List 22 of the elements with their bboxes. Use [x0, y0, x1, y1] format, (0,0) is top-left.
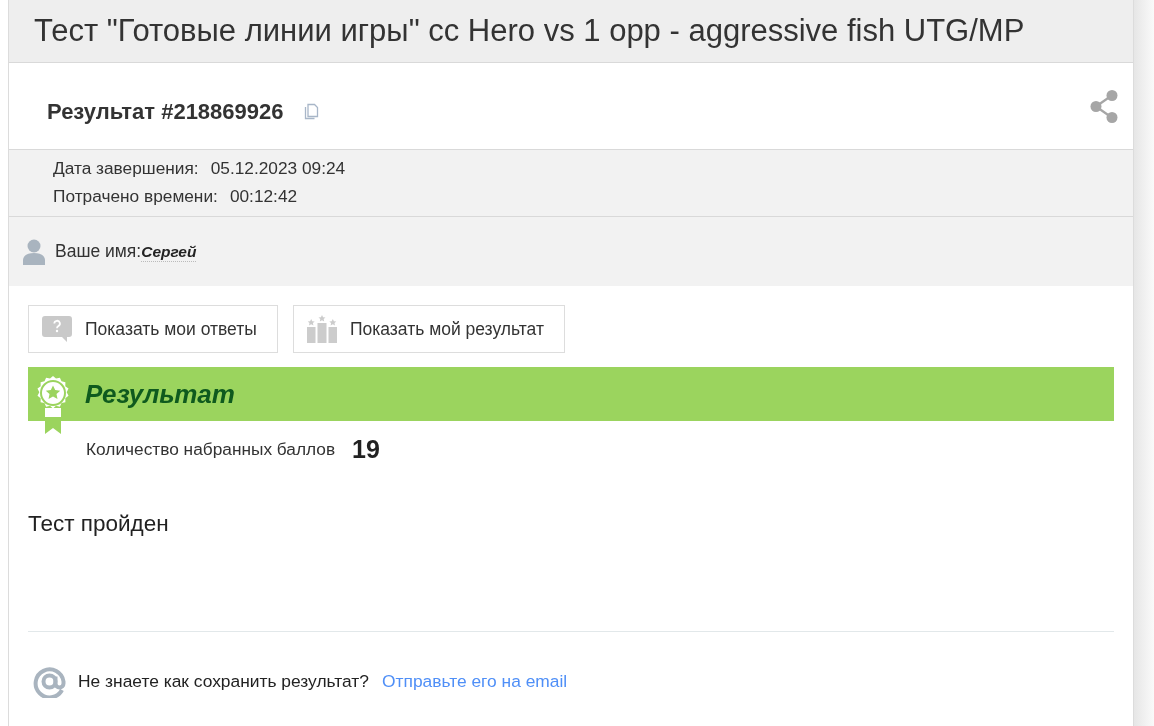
- detail-label: Дата завершения:: [53, 157, 199, 181]
- share-button[interactable]: [1089, 89, 1119, 123]
- detail-label: Потрачено времени:: [53, 185, 218, 209]
- podium-icon: [306, 315, 337, 343]
- result-number: Результат #218869926: [47, 97, 284, 126]
- at-sign-icon: [33, 665, 66, 698]
- show-result-button[interactable]: Показать мой результат: [292, 305, 565, 353]
- score-label: Количество набранных баллов: [86, 438, 336, 462]
- copy-icon: [304, 102, 319, 120]
- page-title: Тест "Готовые линии игры" cc Hero vs 1 opp - aggressive fish UTG/MP: [34, 13, 1025, 49]
- verdict-text: Тест пройден: [28, 510, 169, 538]
- show-answers-button[interactable]: Показать мои ответы: [28, 305, 278, 353]
- question-bubble-icon: [42, 316, 72, 342]
- footer-question: Не знаете как сохранить результат?: [78, 670, 369, 694]
- user-name-label: Ваше имя:: [55, 240, 142, 264]
- detail-value: 05.12.2023 09:24: [210, 157, 346, 181]
- score-value: 19: [352, 434, 380, 466]
- detail-value: 00:12:42: [229, 185, 298, 209]
- share-icon: [1090, 89, 1118, 123]
- user-icon: [23, 238, 45, 265]
- result-heading: Результат: [85, 377, 235, 411]
- user-name-value: Сергей: [141, 243, 197, 262]
